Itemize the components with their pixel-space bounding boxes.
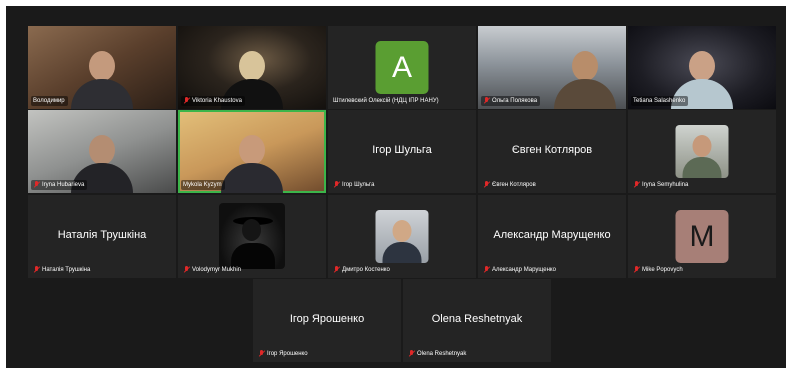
participant-name: Iryna Hubarieva [42,182,85,188]
muted-mic-icon [333,181,340,189]
participant-tile[interactable]: Iryna Hubarieva [28,110,176,193]
participant-tile[interactable]: Ігор Ярошенко Ігор Ярошенко [253,279,401,362]
participant-video [71,47,133,109]
participant-video [553,47,616,109]
participant-name: Olena Reshetnyak [417,351,467,357]
participant-display-name: Ігор Ярошенко [289,313,365,325]
muted-mic-icon [33,266,40,274]
participant-tile-active-speaker[interactable]: Mykola Kyzym [178,110,326,193]
participant-tile[interactable]: Євген Котляров Євген Котляров [478,110,626,193]
muted-mic-icon [333,266,340,274]
participant-display-name: Olena Reshetnyak [431,313,523,325]
participant-label: Olena Reshetnyak [406,349,469,359]
participant-tile[interactable]: Володимир [28,26,176,109]
participant-label: Iryna Semyhulina [631,180,691,190]
participant-label: Штилевский Олексій (НДЦ ІПР НАНУ) [331,96,442,106]
participant-tile[interactable]: Дмитро Костенко [328,195,476,278]
participant-name: Tetiana Salashenko [633,98,686,104]
participant-name: Володимир [33,98,65,104]
participant-name: Євген Котляров [492,182,536,188]
gallery-view: Володимир Viktoria Khaustova A Штилевски… [6,6,786,368]
participant-name: Дмитро Костенко [342,267,390,273]
participant-tile[interactable]: Iryna Semyhulina [628,110,776,193]
participant-name: Александр Марущенко [492,267,556,273]
participant-tile[interactable]: Наталія Трушкіна Наталія Трушкіна [28,195,176,278]
participant-name: Ігор Шульга [342,182,375,188]
participant-name: Штилевский Олексій (НДЦ ІПР НАНУ) [333,98,439,104]
participant-tile[interactable]: M Mike Popovych [628,195,776,278]
avatar: M [675,210,729,263]
participant-name: Ігор Ярошенко [267,351,308,357]
muted-mic-icon [633,181,640,189]
muted-mic-icon [633,266,640,274]
participant-display-name: Євген Котляров [511,144,593,156]
participant-tile[interactable]: Александр Марущенко Александр Марущенко [478,195,626,278]
participant-label: Євген Котляров [481,180,539,190]
participant-name: Iryna Semyhulina [642,182,689,188]
participant-video [221,131,283,193]
profile-photo [219,203,285,269]
muted-mic-icon [483,97,490,105]
participant-name: Viktoria Khaustova [192,98,242,104]
participant-label: Ігор Ярошенко [256,349,311,359]
participant-tile[interactable]: Tetiana Salashenko [628,26,776,109]
participant-label: Tetiana Salashenko [631,96,689,106]
participant-label: Володимир [31,96,68,106]
muted-mic-icon [183,266,190,274]
participant-label: Mike Popovych [631,265,686,275]
muted-mic-icon [408,350,415,358]
participant-name: Наталія Трушкіна [42,267,91,273]
profile-photo [675,125,729,178]
participant-label: Viktoria Khaustova [181,96,245,106]
profile-photo [375,210,429,263]
muted-mic-icon [483,181,490,189]
participant-tile[interactable]: A Штилевский Олексій (НДЦ ІПР НАНУ) [328,26,476,109]
participant-label: Ігор Шульга [331,180,377,190]
participant-tile[interactable]: Ольга Полякова [478,26,626,109]
participant-display-name: Наталія Трушкіна [57,229,147,241]
participant-tile[interactable]: Ігор Шульга Ігор Шульга [328,110,476,193]
participant-name: Ольга Полякова [492,98,538,104]
muted-mic-icon [33,181,40,189]
participant-display-name: Александр Марущенко [493,229,611,241]
participant-tile[interactable]: Viktoria Khaustova [178,26,326,109]
participant-tile[interactable]: Olena Reshetnyak Olena Reshetnyak [403,279,551,362]
participant-label: Наталія Трушкіна [31,265,93,275]
muted-mic-icon [183,97,190,105]
participant-label: Iryna Hubarieva [31,180,88,190]
muted-mic-icon [258,350,265,358]
participant-label: Mykola Kyzym [181,180,225,190]
participant-label: Volodymyr Mukhin [181,265,244,275]
participant-name: Mike Popovych [642,267,683,273]
participant-display-name: Ігор Шульга [372,144,432,156]
participant-name: Volodymyr Mukhin [192,267,242,273]
participant-label: Ольга Полякова [481,96,541,106]
participant-label: Александр Марущенко [481,265,559,275]
participant-label: Дмитро Костенко [331,265,393,275]
muted-mic-icon [483,266,490,274]
avatar: A [375,41,429,94]
participant-name: Mykola Kyzym [183,182,222,188]
participant-tile[interactable]: Volodymyr Mukhin [178,195,326,278]
